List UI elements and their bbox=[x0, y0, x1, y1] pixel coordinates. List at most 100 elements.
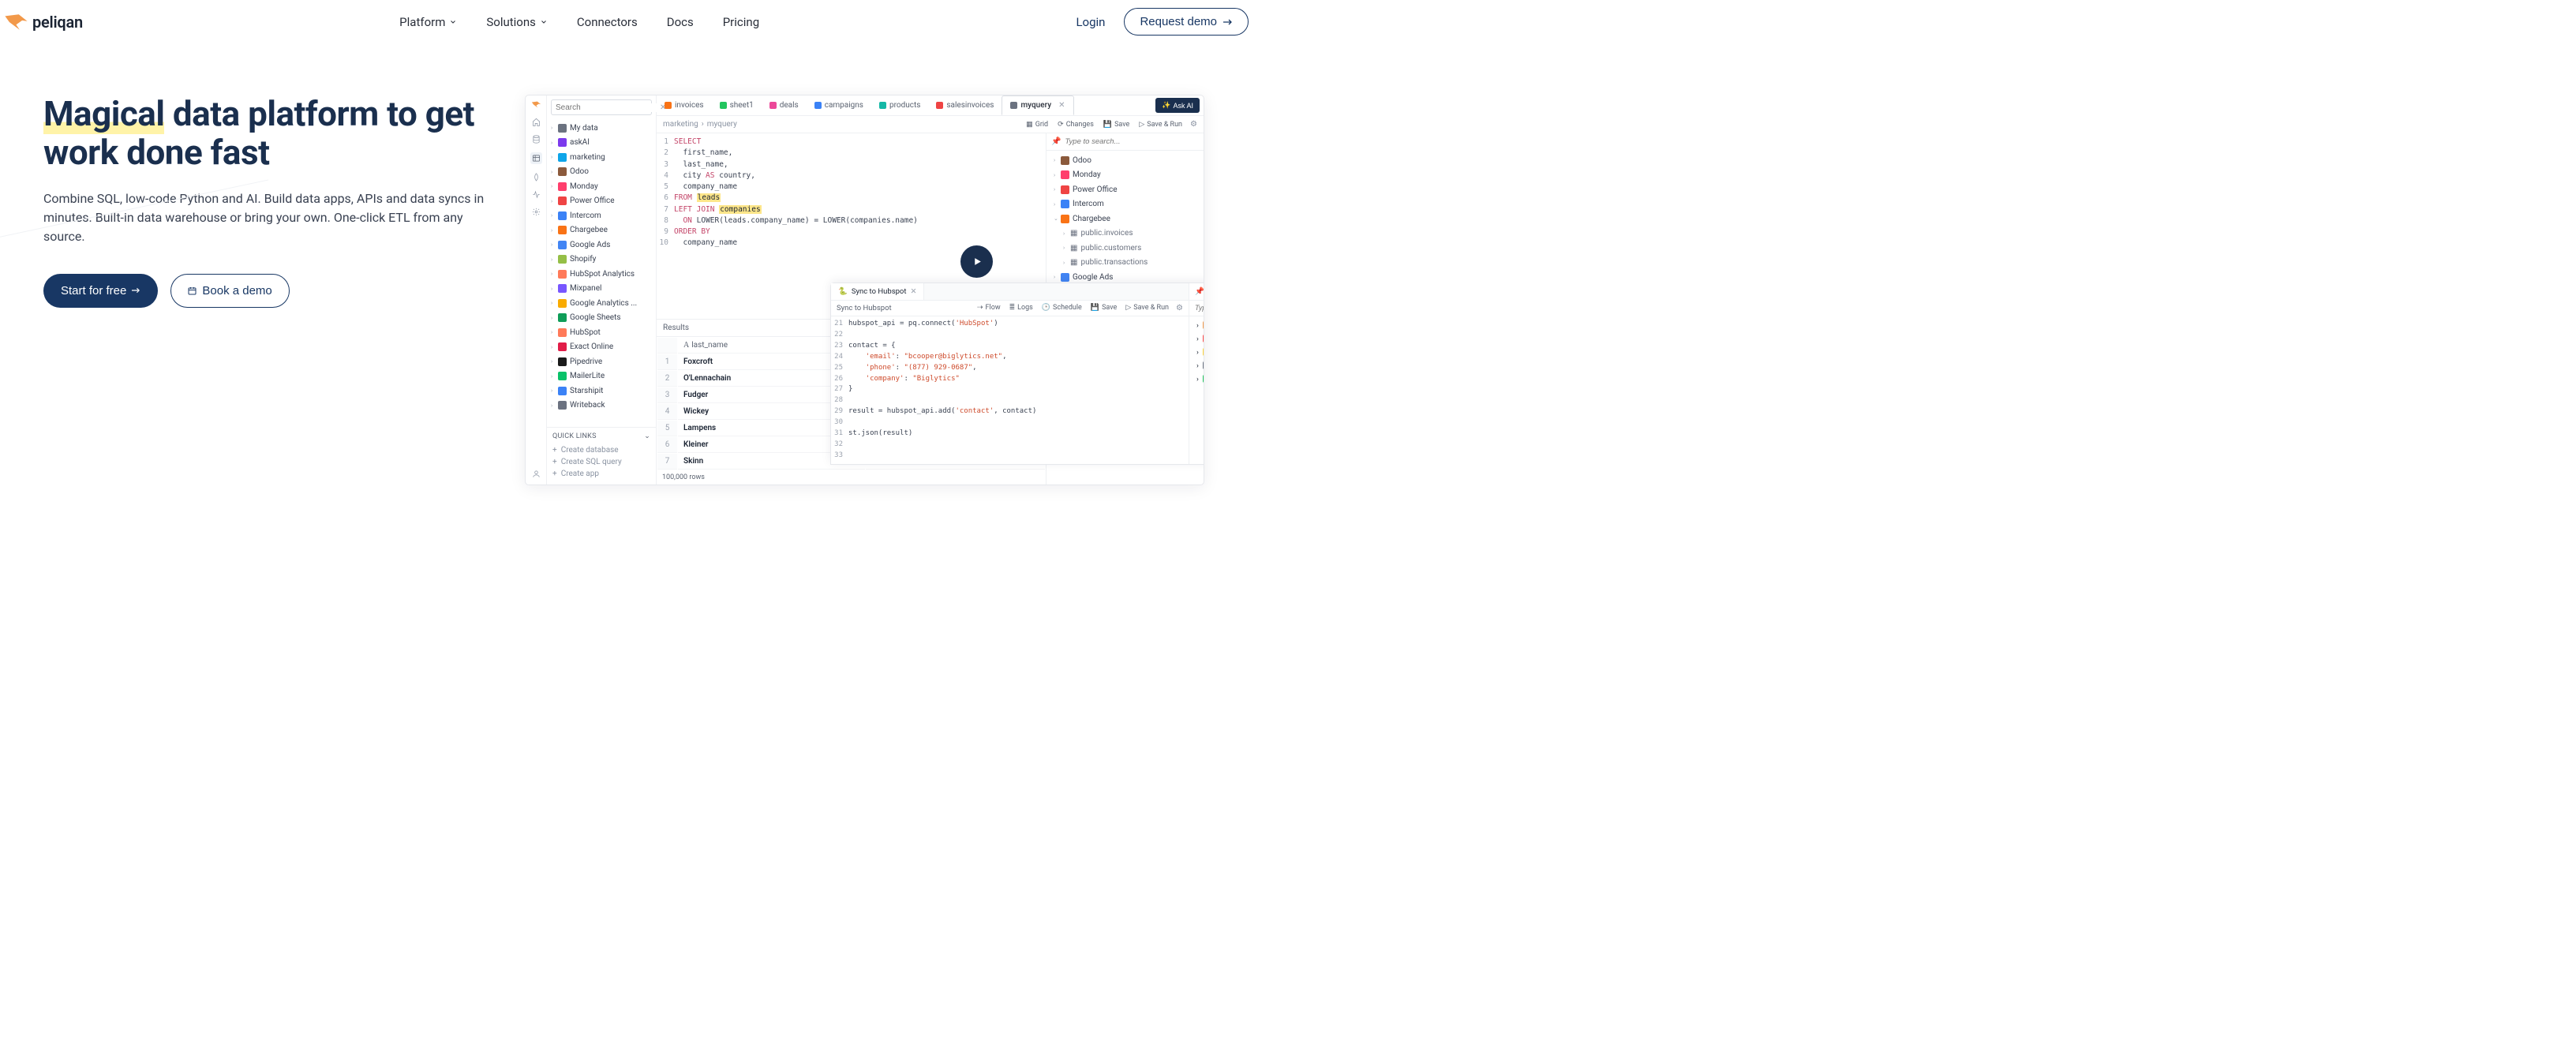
tree-item[interactable]: ›Google Ads bbox=[547, 238, 656, 253]
tree-item[interactable]: ›Writeback bbox=[547, 399, 656, 413]
source-icon bbox=[558, 387, 567, 395]
schema-item[interactable]: ›Odoo bbox=[1046, 153, 1204, 168]
login-link[interactable]: Login bbox=[1076, 15, 1105, 29]
toolbar-logs[interactable]: ≣Logs bbox=[1009, 304, 1033, 312]
source-icon bbox=[558, 372, 567, 380]
caret-icon: › bbox=[1196, 335, 1199, 343]
nav-item-connectors[interactable]: Connectors bbox=[577, 15, 638, 29]
schema-table[interactable]: ›▦public.invoices bbox=[1046, 226, 1204, 241]
toolbar-save---run[interactable]: ▷Save & Run bbox=[1125, 304, 1169, 312]
schema-item[interactable]: ›Power Office bbox=[1046, 182, 1204, 197]
tree-item[interactable]: ›MailerLite bbox=[547, 369, 656, 384]
brand-logo[interactable]: peliqan bbox=[2, 12, 83, 32]
tree-item[interactable]: ›askAI bbox=[547, 136, 656, 151]
tool-icon: ⇢ bbox=[977, 304, 983, 312]
home-icon[interactable] bbox=[532, 118, 541, 126]
caret-icon: › bbox=[551, 373, 555, 380]
settings-icon[interactable] bbox=[532, 208, 541, 216]
editor-tab[interactable]: campaigns bbox=[807, 95, 871, 115]
library-item[interactable]: ›Streamlit - Build A UI bbox=[1189, 332, 1204, 346]
editor-tab[interactable]: invoices bbox=[657, 95, 712, 115]
source-icon bbox=[1061, 215, 1069, 223]
toolbar-changes[interactable]: ⟳Changes bbox=[1058, 121, 1094, 129]
python-editor[interactable]: 21hubspot_api = pq.connect('HubSpot')222… bbox=[831, 316, 1189, 464]
schema-table[interactable]: ›▦public.transactions bbox=[1046, 256, 1204, 271]
source-icon bbox=[558, 138, 567, 147]
quick-link[interactable]: +Create app bbox=[552, 468, 650, 480]
tree-item[interactable]: ›Shopify bbox=[547, 253, 656, 268]
editor-tab[interactable]: sheet1 bbox=[712, 95, 762, 115]
tree-item[interactable]: ›Mixpanel bbox=[547, 282, 656, 297]
source-icon bbox=[558, 196, 567, 205]
toolbar-save[interactable]: 💾Save bbox=[1103, 121, 1129, 129]
tree-item[interactable]: ›Google Sheets bbox=[547, 311, 656, 326]
tree-item[interactable]: ›Exact Online bbox=[547, 340, 656, 355]
library-item[interactable]: ›Python Examples bbox=[1189, 346, 1204, 359]
gear-icon[interactable]: ⚙ bbox=[1190, 120, 1197, 129]
nav-item-platform[interactable]: Platform bbox=[399, 15, 457, 29]
play-video-button[interactable] bbox=[960, 245, 993, 278]
start-free-button[interactable]: Start for free bbox=[43, 274, 158, 308]
tree-item[interactable]: ›marketing bbox=[547, 150, 656, 165]
schema-item[interactable]: ›Intercom bbox=[1046, 197, 1204, 212]
user-icon[interactable] bbox=[532, 470, 541, 478]
quick-link[interactable]: +Create database bbox=[552, 444, 650, 456]
tree-item[interactable]: ›My data bbox=[547, 121, 656, 136]
library-item[interactable]: ›Peliqan - Work With Data bbox=[1189, 319, 1204, 332]
nav-item-docs[interactable]: Docs bbox=[667, 15, 694, 29]
tree-item[interactable]: ›Power Office bbox=[547, 194, 656, 209]
rocket-icon[interactable] bbox=[532, 173, 541, 181]
pin-icon[interactable]: 📌 bbox=[1195, 287, 1204, 296]
tree-item[interactable]: ›Monday bbox=[547, 179, 656, 194]
toolbar-schedule[interactable]: 🕒Schedule bbox=[1042, 304, 1082, 312]
book-demo-button[interactable]: Book a demo bbox=[170, 274, 289, 308]
table-icon[interactable] bbox=[530, 152, 542, 164]
editor-tab[interactable]: products bbox=[871, 95, 928, 115]
pin-icon[interactable]: 📌 bbox=[1051, 137, 1061, 146]
nav-item-solutions[interactable]: Solutions bbox=[486, 15, 548, 29]
request-demo-button[interactable]: Request demo bbox=[1124, 8, 1249, 36]
tree-item[interactable]: ›Pipedrive bbox=[547, 354, 656, 369]
quick-link[interactable]: +Create SQL query bbox=[552, 456, 650, 468]
tree-item[interactable]: ›Google Analytics ... bbox=[547, 296, 656, 311]
toolbar-save[interactable]: 💾Save bbox=[1091, 304, 1117, 312]
editor-tab[interactable]: myquery✕ bbox=[1002, 95, 1073, 115]
close-icon[interactable]: ✕ bbox=[1058, 101, 1065, 110]
close-icon[interactable]: ✕ bbox=[910, 287, 916, 296]
tree-item[interactable]: ›Chargebee bbox=[547, 223, 656, 238]
schema-item[interactable]: ⌄Chargebee bbox=[1046, 211, 1204, 226]
app-screenshot: ✕ ›My data›askAI›marketing›Odoo›Monday›P… bbox=[525, 95, 1204, 485]
left-search[interactable]: ✕ bbox=[551, 99, 652, 115]
database-icon[interactable] bbox=[532, 135, 541, 144]
tree-item[interactable]: ›Odoo bbox=[547, 165, 656, 180]
hero-headline: Magical data platform to get work done f… bbox=[43, 95, 493, 173]
schema-item[interactable]: ›Monday bbox=[1046, 168, 1204, 183]
schema-search-input[interactable] bbox=[1065, 137, 1199, 146]
peliqan-bird-icon[interactable] bbox=[531, 100, 541, 109]
library-item[interactable]: ›Available SaaS APIs bbox=[1189, 372, 1204, 386]
toolbar-flow[interactable]: ⇢Flow bbox=[977, 304, 1001, 312]
caret-icon: › bbox=[551, 256, 555, 263]
gear-icon[interactable]: ⚙ bbox=[1176, 304, 1183, 312]
tree-item[interactable]: ›HubSpot Analytics bbox=[547, 267, 656, 282]
editor-tab[interactable]: deals bbox=[762, 95, 807, 115]
left-search-input[interactable] bbox=[556, 103, 660, 112]
source-icon bbox=[558, 211, 567, 220]
nav-item-pricing[interactable]: Pricing bbox=[723, 15, 759, 29]
calendar-icon bbox=[188, 286, 197, 295]
tree-item[interactable]: ›Starshipit bbox=[547, 384, 656, 399]
python-icon: 🐍 bbox=[838, 287, 848, 296]
tree-item[interactable]: ›HubSpot bbox=[547, 325, 656, 340]
toolbar-save---run[interactable]: ▷Save & Run bbox=[1139, 121, 1182, 129]
editor-tab[interactable]: salesinvoices bbox=[928, 95, 1002, 115]
tree-item-label: Mixpanel bbox=[570, 284, 601, 293]
library-item[interactable]: ›Connected SaaS APIs bbox=[1189, 359, 1204, 372]
ask-ai-button[interactable]: ✨Ask AI bbox=[1155, 98, 1200, 113]
toolbar-grid[interactable]: ▦Grid bbox=[1026, 121, 1048, 129]
sync-tab[interactable]: 🐍 Sync to Hubspot ✕ bbox=[831, 283, 924, 300]
schema-table[interactable]: ›▦public.customers bbox=[1046, 241, 1204, 256]
chevron-down-icon[interactable]: ⌄ bbox=[644, 432, 650, 440]
tree-item[interactable]: ›Intercom bbox=[547, 208, 656, 223]
library-search-input[interactable] bbox=[1195, 304, 1204, 312]
activity-icon[interactable] bbox=[532, 190, 541, 199]
